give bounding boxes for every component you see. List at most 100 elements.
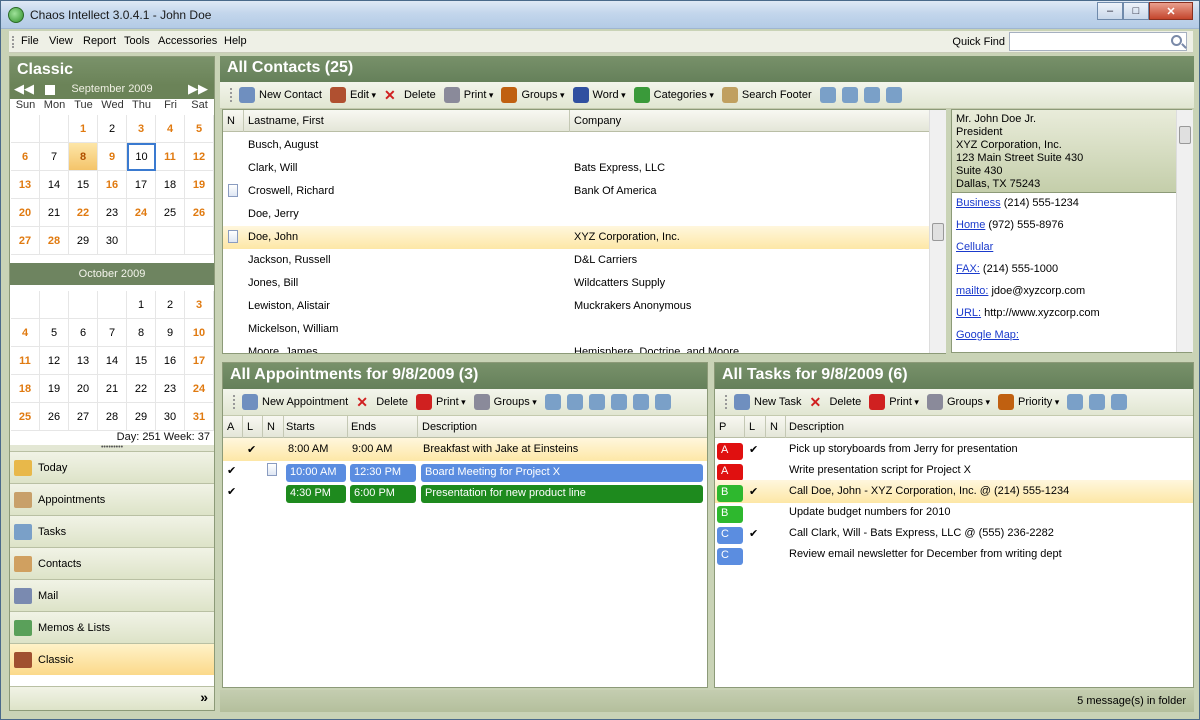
view-icon[interactable]	[819, 87, 836, 103]
calendar-day[interactable]: 3	[127, 115, 156, 143]
calendar-day[interactable]: 14	[98, 347, 127, 375]
col-n[interactable]: N	[267, 421, 275, 433]
appointment-row[interactable]: ✔ 4:30 PM 6:00 PM Presentation for new prod…	[223, 480, 707, 503]
col-lastname[interactable]: Lastname, First	[248, 115, 324, 127]
nav-mail[interactable]: Mail	[10, 579, 214, 611]
col-description[interactable]: Description	[422, 421, 477, 433]
tree-icon[interactable]	[588, 394, 605, 410]
card-scrollbar[interactable]	[1176, 110, 1193, 352]
more-buttons-icon[interactable]: »	[10, 686, 214, 710]
toolbar-groups-button[interactable]: Groups	[926, 394, 990, 410]
col-p[interactable]: P	[719, 421, 726, 433]
card-link-fax[interactable]: FAX:	[956, 263, 980, 275]
calendar-day[interactable]: 28	[98, 403, 127, 431]
calendar-day[interactable]: 26	[40, 403, 69, 431]
col-l[interactable]: L	[247, 421, 253, 433]
nav-contacts[interactable]: Contacts	[10, 547, 214, 579]
col-a[interactable]: A	[227, 421, 234, 433]
card-link-url[interactable]: URL:	[956, 307, 981, 319]
calendar-day[interactable]: 6	[11, 143, 40, 171]
calendar-day[interactable]: 1	[69, 115, 98, 143]
calendar-day[interactable]: 18	[11, 375, 40, 403]
calendar-day[interactable]: 7	[40, 143, 69, 171]
calendar-day[interactable]: 19	[185, 171, 214, 199]
calendar-day[interactable]: 29	[69, 227, 98, 255]
calendar-day[interactable]: 5	[40, 319, 69, 347]
calendar-day[interactable]: 19	[40, 375, 69, 403]
card-link-mailto[interactable]: mailto:	[956, 285, 988, 297]
calendar-day[interactable]: 18	[156, 171, 185, 199]
toolbar-print-button[interactable]: Print	[869, 394, 919, 410]
calendar-day[interactable]: 11	[156, 143, 185, 171]
toolbar-grip[interactable]	[230, 88, 233, 102]
nav-today[interactable]: Today	[10, 451, 214, 483]
quick-find-input[interactable]	[1009, 32, 1187, 51]
calendar-day[interactable]: 22	[127, 375, 156, 403]
menu-view[interactable]: View	[49, 35, 73, 47]
calendar-day[interactable]: 8	[127, 319, 156, 347]
calendar-day[interactable]: 30	[98, 227, 127, 255]
toolbar-new-contact-button[interactable]: New Contact	[239, 87, 322, 103]
calendar-day[interactable]: 20	[69, 375, 98, 403]
col-description[interactable]: Description	[789, 421, 844, 433]
calendar-day[interactable]: 21	[98, 375, 127, 403]
task-row[interactable]: A ✔ Pick up storyboards from Jerry for pre…	[715, 438, 1193, 461]
calendar-day[interactable]: 17	[127, 171, 156, 199]
calendar-day[interactable]: 24	[185, 375, 214, 403]
minimize-button[interactable]: –	[1097, 2, 1123, 20]
table-row[interactable]: Doe, John XYZ Corporation, Inc.	[223, 226, 929, 249]
view-icon[interactable]	[610, 394, 627, 410]
toolbar-groups-button[interactable]: Groups	[473, 394, 537, 410]
task-row[interactable]: B Update budget numbers for 2010	[715, 501, 1193, 524]
menu-tools[interactable]: Tools	[124, 35, 150, 47]
table-row[interactable]: Croswell, Richard Bank Of America	[223, 180, 929, 203]
calendar-day[interactable]: 12	[40, 347, 69, 375]
calendar-day[interactable]: 29	[127, 403, 156, 431]
calendar-day[interactable]: 1	[127, 291, 156, 319]
calendar-day[interactable]: 27	[11, 227, 40, 255]
calendar-day[interactable]: 26	[185, 199, 214, 227]
task-row[interactable]: C ✔ Call Clark, Will - Bats Express, LLC @…	[715, 522, 1193, 545]
toolbar-delete-button[interactable]: ✕ Delete	[384, 87, 436, 103]
toolbar-grip[interactable]	[233, 395, 236, 409]
filter-icon[interactable]	[544, 394, 561, 410]
calendar-day[interactable]: 5	[185, 115, 214, 143]
calendar-day[interactable]: 4	[11, 319, 40, 347]
calendar-day[interactable]: 14	[40, 171, 69, 199]
table-row[interactable]: Moore, James Hemisphere, Doctrine, and Mo…	[223, 341, 929, 353]
close-button[interactable]: ✕	[1149, 2, 1193, 20]
nav-memos-lists[interactable]: Memos & Lists	[10, 611, 214, 643]
menu-help[interactable]: Help	[224, 35, 247, 47]
calendar-day[interactable]: 8	[69, 143, 98, 171]
col-n[interactable]: N	[227, 115, 235, 127]
refresh-icon[interactable]	[1111, 394, 1128, 410]
calendar-day[interactable]: 24	[127, 199, 156, 227]
toolbar-new-task-button[interactable]: New Task	[734, 394, 801, 410]
settings-icon[interactable]	[885, 87, 902, 103]
calendar-day[interactable]: 9	[156, 319, 185, 347]
calendar-day[interactable]: 23	[156, 375, 185, 403]
settings-icon[interactable]	[654, 394, 671, 410]
calendar-day[interactable]: 9	[98, 143, 127, 171]
calendar-day[interactable]: 15	[127, 347, 156, 375]
col-n[interactable]: N	[770, 421, 778, 433]
calendar-day[interactable]: 16	[156, 347, 185, 375]
toolbar-delete-button[interactable]: ✕ Delete	[809, 394, 861, 410]
calendar-day[interactable]: 2	[156, 291, 185, 319]
view-icon[interactable]	[1089, 394, 1106, 410]
toolbar-print-button[interactable]: Print	[416, 394, 466, 410]
calendar-day[interactable]: 20	[11, 199, 40, 227]
calendar-day[interactable]: 10	[185, 319, 214, 347]
toolbar-groups-button[interactable]: Groups	[501, 87, 564, 103]
calendar-day[interactable]: 15	[69, 171, 98, 199]
maximize-button[interactable]: □	[1123, 2, 1149, 20]
appointment-row[interactable]: ✔ 10:00 AM 12:30 PM Board Meeting for Proje…	[223, 459, 707, 482]
calendar-day[interactable]: 12	[185, 143, 214, 171]
task-row[interactable]: B ✔ Call Doe, John - XYZ Corporation, Inc.…	[715, 480, 1193, 503]
calendar-day[interactable]: 27	[69, 403, 98, 431]
scroll-thumb[interactable]	[932, 223, 944, 241]
contacts-scrollbar[interactable]	[929, 110, 946, 353]
col-ends[interactable]: Ends	[351, 421, 376, 433]
calendar-day[interactable]: 25	[11, 403, 40, 431]
card-link-home[interactable]: Home	[956, 219, 985, 231]
